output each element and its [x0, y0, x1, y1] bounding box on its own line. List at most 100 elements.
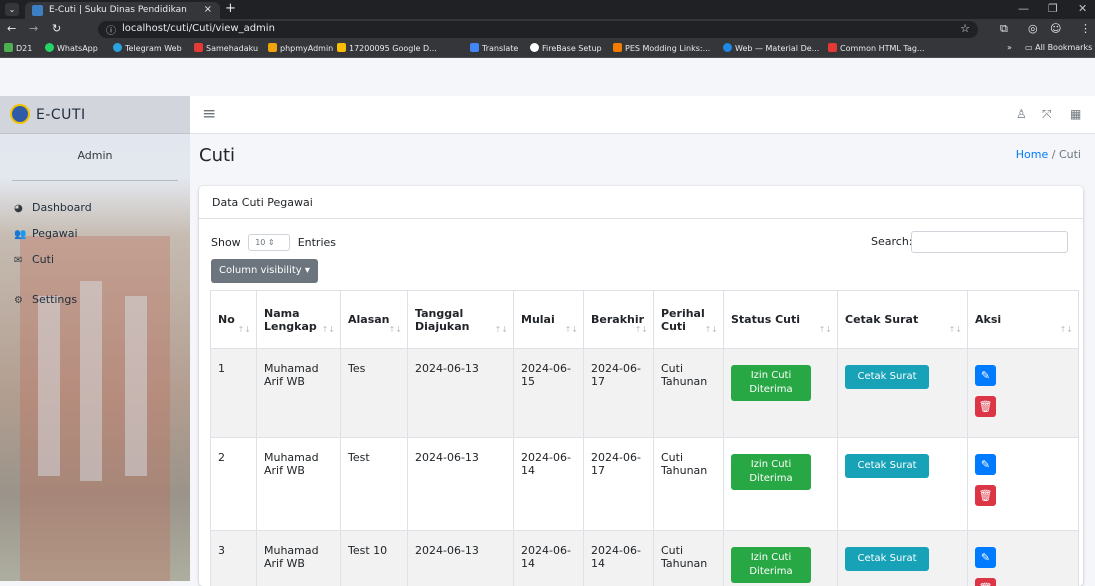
- sidebar-item-dashboard[interactable]: ◕Dashboard: [14, 201, 92, 219]
- address-bar[interactable]: ⓘ localhost/cuti/Cuti/view_admin ☆: [98, 21, 978, 38]
- column-header-nama[interactable]: Nama Lengkap↑↓: [257, 291, 341, 349]
- edit-button[interactable]: ✎: [975, 547, 996, 568]
- cetak-surat-button[interactable]: Cetak Surat: [845, 547, 929, 571]
- column-header-berakhir[interactable]: Berakhir↑↓: [584, 291, 654, 349]
- reload-icon[interactable]: ↻: [52, 22, 61, 35]
- bookmark-item[interactable]: FireBase Setup: [530, 43, 602, 53]
- search-input[interactable]: [911, 231, 1068, 253]
- cell-cetak: Cetak Surat: [838, 438, 968, 531]
- browser-tab-active[interactable]: E-Cuti | Suku Dinas Pendidikan ×: [25, 2, 220, 19]
- bookmark-item[interactable]: Common HTML Tag...: [828, 43, 925, 53]
- column-header-alasan[interactable]: Alasan↑↓: [341, 291, 408, 349]
- logo-icon: [10, 104, 30, 124]
- fullscreen-icon[interactable]: ⤧: [1042, 107, 1052, 122]
- column-header-no[interactable]: No↑↓: [211, 291, 257, 349]
- window-close-icon[interactable]: ✕: [1078, 2, 1087, 15]
- sidebar-item-pegawai[interactable]: 👥Pegawai: [14, 227, 78, 245]
- envelope-icon: ✉: [14, 255, 28, 266]
- user-panel-name[interactable]: Admin: [0, 149, 190, 162]
- cell-perihal: Cuti Tahunan: [654, 438, 724, 531]
- header-label: Status Cuti: [731, 313, 800, 326]
- bookmark-item[interactable]: Web — Material De...: [723, 43, 819, 53]
- header-label: Mulai: [521, 313, 555, 326]
- header-label: No: [218, 313, 235, 326]
- edit-button[interactable]: ✎: [975, 365, 996, 386]
- card-header: Data Cuti Pegawai: [199, 186, 1083, 219]
- cell-mulai: 2024-06-15: [514, 349, 584, 438]
- back-icon[interactable]: ←: [7, 22, 16, 35]
- column-header-tanggal[interactable]: Tanggal Diajukan↑↓: [408, 291, 514, 349]
- show-label: Show: [211, 236, 241, 249]
- entries-length: Show 10 ⇕ Entries: [211, 234, 336, 251]
- status-badge[interactable]: Izin Cuti Diterima: [731, 454, 811, 490]
- bookmark-star-icon[interactable]: ☆: [960, 22, 970, 35]
- status-badge[interactable]: Izin Cuti Diterima: [731, 365, 811, 401]
- cell-tanggal: 2024-06-13: [408, 349, 514, 438]
- sidebar-item-cuti[interactable]: ✉Cuti: [14, 253, 54, 271]
- bookmark-item[interactable]: PES Modding Links:...: [613, 43, 710, 53]
- search-label: Search:: [871, 235, 913, 248]
- status-badge[interactable]: Izin Cuti Diterima: [731, 547, 811, 583]
- cell-status: Izin Cuti Diterima: [724, 531, 838, 586]
- delete-button[interactable]: 🗑: [975, 485, 996, 506]
- cell-mulai: 2024-06-14: [514, 438, 584, 531]
- column-header-status[interactable]: Status Cuti↑↓: [724, 291, 838, 349]
- bookmark-item[interactable]: Telegram Web: [113, 43, 182, 53]
- bookmark-item[interactable]: Translate: [470, 43, 518, 53]
- bookmark-item[interactable]: phpmyAdmin: [268, 43, 333, 53]
- tab-title: E-Cuti | Suku Dinas Pendidikan: [49, 5, 187, 15]
- extensions-icon[interactable]: ⧉: [1000, 22, 1008, 36]
- cell-no: 2: [211, 438, 257, 531]
- grid-icon[interactable]: ▦: [1070, 107, 1081, 121]
- top-navbar: ≡ ♙ ⤧ ▦: [190, 96, 1095, 134]
- account-icon[interactable]: ☺: [1050, 22, 1061, 35]
- bookmark-item[interactable]: 17200095 Google D...: [337, 43, 437, 53]
- column-visibility-button[interactable]: Column visibility ▾: [211, 259, 318, 283]
- forward-icon[interactable]: →: [29, 22, 38, 35]
- cell-berakhir: 2024-06-14: [584, 531, 654, 586]
- bookmark-item[interactable]: Samehadaku: [194, 43, 258, 53]
- cetak-surat-button[interactable]: Cetak Surat: [845, 365, 929, 389]
- entries-select[interactable]: 10 ⇕: [248, 234, 290, 251]
- browser-tab-bar: ⌄ E-Cuti | Suku Dinas Pendidikan × + — ❐…: [0, 0, 1095, 19]
- menu-toggle-icon[interactable]: ≡: [202, 104, 216, 124]
- sidebar-item-settings[interactable]: ⚙Settings: [14, 293, 77, 311]
- more-bookmarks-icon[interactable]: »: [1007, 43, 1012, 52]
- cell-tanggal: 2024-06-13: [408, 438, 514, 531]
- user-icon[interactable]: ♙: [1016, 107, 1027, 121]
- column-header-mulai[interactable]: Mulai↑↓: [514, 291, 584, 349]
- minimize-icon[interactable]: —: [1018, 2, 1029, 15]
- bookmark-favicon-icon: [613, 43, 622, 52]
- url-text: localhost/cuti/Cuti/view_admin: [122, 23, 275, 34]
- building-window: [80, 281, 102, 481]
- sort-icon: ↑↓: [238, 325, 251, 334]
- maximize-icon[interactable]: ❐: [1048, 2, 1058, 15]
- translate-icon: [470, 43, 479, 52]
- table-row: 1 Muhamad Arif WB Tes 2024-06-13 2024-06…: [211, 349, 1079, 438]
- cetak-surat-button[interactable]: Cetak Surat: [845, 454, 929, 478]
- edit-button[interactable]: ✎: [975, 454, 996, 475]
- all-bookmarks[interactable]: ▭ All Bookmarks: [1025, 43, 1092, 52]
- bookmark-item[interactable]: WhatsApp: [45, 43, 98, 53]
- breadcrumb-separator: /: [1052, 148, 1056, 161]
- delete-button[interactable]: 🗑: [975, 396, 996, 417]
- site-info-icon[interactable]: ⓘ: [106, 22, 116, 37]
- brand-link[interactable]: E-CUTI: [0, 96, 190, 134]
- profile-icon[interactable]: ◎: [1028, 22, 1038, 35]
- breadcrumb-home[interactable]: Home: [1016, 148, 1048, 161]
- bookmark-favicon-icon: [4, 43, 13, 52]
- new-tab-button[interactable]: +: [225, 1, 236, 16]
- header-label: Alasan: [348, 313, 390, 326]
- tab-close-icon[interactable]: ×: [204, 4, 212, 15]
- column-header-cetak[interactable]: Cetak Surat↑↓: [838, 291, 968, 349]
- bookmark-item[interactable]: D21: [4, 43, 32, 53]
- sort-icon: ↑↓: [949, 325, 962, 334]
- table-header-row: No↑↓ Nama Lengkap↑↓ Alasan↑↓ Tanggal Dia…: [211, 291, 1079, 349]
- column-header-aksi[interactable]: Aksi↑↓: [968, 291, 1079, 349]
- column-header-perihal[interactable]: Perihal Cuti↑↓: [654, 291, 724, 349]
- bookmark-favicon-icon: [723, 43, 732, 52]
- browser-menu-icon[interactable]: ⋮: [1080, 22, 1091, 35]
- delete-button[interactable]: 🗑: [975, 578, 996, 586]
- building-window: [125, 296, 147, 476]
- tab-search-icon[interactable]: ⌄: [5, 3, 19, 16]
